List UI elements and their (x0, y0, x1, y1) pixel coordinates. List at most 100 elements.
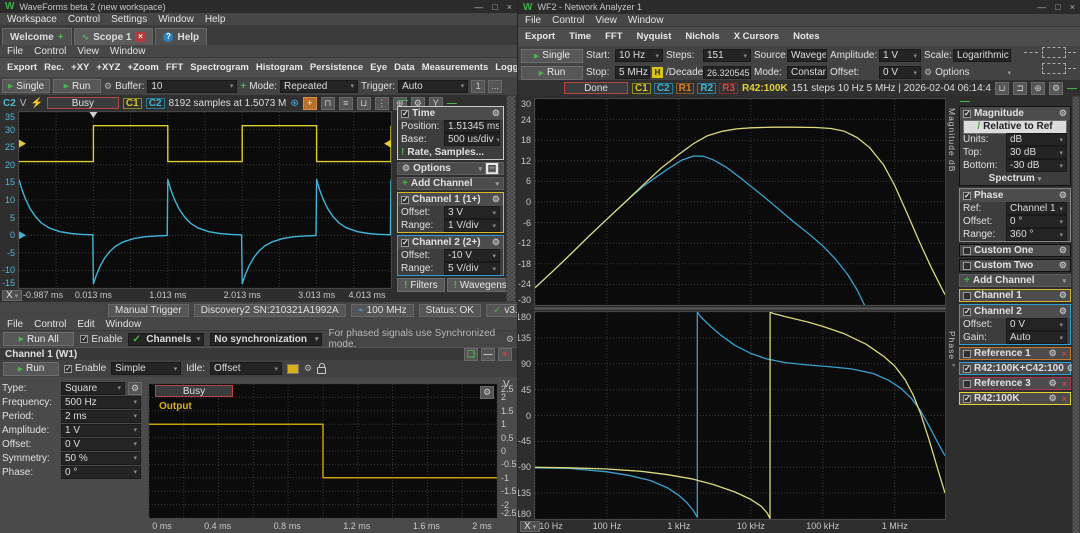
channel2-offset-select[interactable]: -10 V (444, 249, 500, 262)
sync-select[interactable]: No synchronization (210, 333, 322, 346)
toolbar-item[interactable]: Histogram (256, 62, 303, 73)
tab-welcome[interactable]: Welcome+ (2, 28, 72, 45)
menu-item[interactable]: File (525, 15, 541, 26)
wavegens-button[interactable]: !Wavegens (447, 278, 514, 292)
enable-checkbox[interactable]: Enable (80, 334, 122, 345)
add-buffer-icon[interactable]: + (240, 81, 246, 92)
position-select[interactable]: 1.51345 ms (444, 120, 500, 133)
steps-select[interactable]: 151 (703, 49, 751, 62)
minimize-button[interactable]: — (474, 2, 483, 12)
toolbar-item[interactable]: X Cursors (734, 31, 779, 42)
idle-select[interactable]: Offset (210, 362, 282, 375)
menu-item[interactable]: Window (158, 14, 194, 25)
align-right-icon[interactable]: ⊔ (357, 97, 371, 110)
scope-scrollbar[interactable] (506, 95, 516, 302)
collapse-icon[interactable]: — (1067, 83, 1077, 94)
rate-samples-button[interactable]: Rate, Samples... (407, 147, 484, 158)
min-icon[interactable]: — (481, 348, 495, 361)
gear-icon[interactable]: ⚙ (1059, 245, 1067, 256)
menu-item[interactable]: Control (34, 46, 66, 57)
magnitude-plot[interactable] (534, 98, 946, 306)
minimize-button[interactable]: — (1037, 2, 1046, 12)
trace-chip[interactable]: C2 (654, 83, 673, 94)
param-select[interactable]: 0 ° (61, 466, 141, 479)
channels-select[interactable]: ✓Channels (128, 333, 204, 346)
menu-item[interactable]: View (77, 46, 99, 57)
lock-icon[interactable] (317, 367, 326, 374)
close-tab-icon[interactable]: × (135, 32, 145, 42)
decade-select[interactable]: 26.320545 (703, 66, 751, 79)
gear-icon[interactable]: ⚙ (1059, 290, 1067, 301)
run-button[interactable]: Run (521, 66, 583, 80)
toolbar-item[interactable]: +Zoom (127, 62, 158, 73)
toolbar-item[interactable]: Measurements (422, 62, 489, 73)
phase-gear-icon[interactable]: ⚙ (1059, 190, 1067, 201)
mode-select[interactable]: Repeated (280, 80, 358, 93)
zoom-icon[interactable]: ⊕ (290, 98, 298, 109)
gear-icon[interactable]: ⚙ (1049, 393, 1057, 404)
hot-track-icon[interactable]: H (652, 67, 663, 78)
delete-reference-icon[interactable]: × (1062, 394, 1067, 404)
channel1-gear-icon[interactable]: ⚙ (492, 194, 500, 205)
menu-item[interactable]: Control (34, 319, 66, 330)
menu-item[interactable]: Window (110, 46, 146, 57)
trigger-select[interactable]: Auto (398, 80, 468, 93)
generator-mode-select[interactable]: Simple (111, 362, 181, 375)
fit-icon[interactable]: ⊐ (1013, 82, 1027, 95)
align-icon[interactable]: ⊔ (995, 82, 1009, 95)
menu-item[interactable]: Control (68, 14, 100, 25)
close-button[interactable]: × (1070, 2, 1075, 12)
menu-item[interactable]: Window (628, 15, 664, 26)
param-select[interactable]: 500 Hz (61, 396, 141, 409)
delete-reference-icon[interactable]: × (1062, 379, 1067, 389)
custom-one-bar[interactable]: Custom One⚙ (959, 244, 1071, 257)
align-left-icon[interactable]: ⊓ (321, 97, 335, 110)
channel2-gain-select[interactable]: Auto (1006, 331, 1067, 344)
menu-item[interactable]: Help (205, 14, 226, 25)
wavegen-gear-icon[interactable]: ⚙ (506, 334, 514, 345)
reference-bar[interactable]: Reference 1 ⚙ × (959, 347, 1071, 360)
trigger-source-icon[interactable]: ⚡ (30, 98, 42, 109)
na-channel1-bar[interactable]: Channel 1⚙ (959, 289, 1071, 302)
menu-item[interactable]: File (7, 46, 23, 57)
plot-splitter[interactable] (534, 307, 946, 310)
toolbar-item[interactable]: Eye (370, 62, 387, 73)
na-scrollbar[interactable] (1072, 96, 1080, 533)
top-select[interactable]: 30 dB (1006, 146, 1067, 159)
trace-chip[interactable]: R1 (676, 83, 695, 94)
toolbar-item[interactable]: +XYZ (96, 62, 120, 73)
base-select[interactable]: 500 us/div (444, 133, 500, 146)
type-select[interactable]: Square (61, 382, 125, 395)
channel1-chip[interactable]: C1 (123, 98, 142, 109)
toolbar-item[interactable]: Time (569, 31, 591, 42)
toolbar-item[interactable]: Export (7, 62, 37, 73)
phase-range-select[interactable]: 360 ° (1006, 228, 1067, 241)
custom-two-bar[interactable]: Custom Two⚙ (959, 259, 1071, 272)
toolbar-item[interactable]: Data (394, 62, 415, 73)
scope-plot[interactable] (18, 111, 392, 289)
toolbar-item[interactable]: Notes (793, 31, 819, 42)
channel-color-swatch[interactable] (287, 364, 299, 374)
param-select[interactable]: 0 V (61, 438, 141, 451)
toolbar-item[interactable]: FFT (166, 62, 183, 73)
toolbar-item[interactable]: Nichols (685, 31, 719, 42)
type-gear-button[interactable]: ⚙ (128, 382, 142, 395)
param-select[interactable]: 50 % (61, 452, 141, 465)
reference-bar[interactable]: R42:100K+C42:100 ⚙ × (959, 362, 1071, 375)
channel1-offset-select[interactable]: 3 V (444, 206, 500, 219)
channel2-gear-icon[interactable]: ⚙ (492, 237, 500, 248)
trace-chip[interactable]: C1 (632, 83, 651, 94)
channel1-range-select[interactable]: 1 V/div (444, 219, 500, 232)
tab-help[interactable]: ?Help (155, 28, 207, 45)
toolbar-item[interactable]: Nyquist (637, 31, 672, 42)
buffer-select[interactable]: 10 (147, 80, 237, 93)
units-select[interactable]: dB (1006, 133, 1067, 146)
magnitude-gear-icon[interactable]: ⚙ (1059, 108, 1067, 119)
trigger-channel-button[interactable]: 1 (471, 80, 485, 93)
toolbar-item[interactable]: Spectrogram (190, 62, 249, 73)
menu-item[interactable]: Control (552, 15, 584, 26)
channel1-checkbox[interactable] (401, 196, 409, 204)
more-button[interactable]: ... (488, 80, 502, 93)
scale-select[interactable]: Logarithmic (953, 49, 1011, 62)
menu-item[interactable]: File (7, 319, 23, 330)
